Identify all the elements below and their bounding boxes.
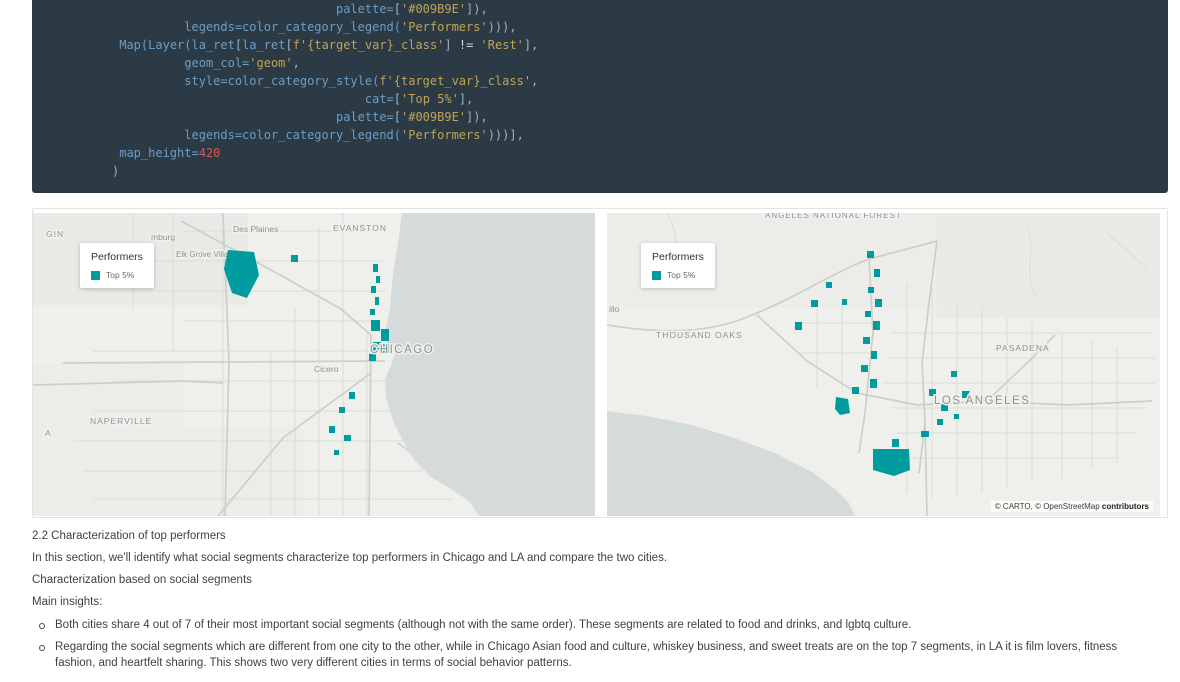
map-label: GIN <box>46 229 64 239</box>
top-performer-area <box>376 276 380 283</box>
top-performer-area <box>951 371 957 377</box>
legend-item-top5: Top 5% <box>652 270 704 280</box>
code-line: palette=['#009B9E']), <box>112 0 1168 18</box>
legend-item-top5: Top 5% <box>91 270 143 280</box>
code-block: palette=['#009B9E']), legends=color_cate… <box>32 0 1168 193</box>
legend-item-label: Top 5% <box>106 270 134 280</box>
maps-panel: Elk Grove Village GINmburgDes PlainesEVA… <box>32 208 1168 518</box>
top-performer-area <box>867 251 874 258</box>
top-performer-area <box>826 282 832 288</box>
top-performer-area <box>339 407 345 413</box>
code-line: map_height=420 <box>112 144 1168 162</box>
map-label: Cicero <box>314 364 339 374</box>
top-performer-area <box>871 351 877 359</box>
top-performer-area <box>861 365 868 372</box>
la-map[interactable]: ANGELES NATIONAL FOREST illo THOUSAND OAKS… <box>607 213 1160 516</box>
code-line: legends=color_category_legend('Performer… <box>112 18 1168 36</box>
top-performer-area <box>954 414 959 419</box>
top-performer-area <box>291 255 298 262</box>
top-performer-area <box>371 320 380 331</box>
top-performer-area <box>371 286 376 293</box>
map-label: mburg <box>151 232 175 242</box>
legend-swatch-top5 <box>91 271 100 280</box>
top-performer-area <box>865 311 871 317</box>
top-performer-area <box>842 299 847 305</box>
top-performer-area <box>795 322 802 330</box>
legend-performers: Performers Top 5% <box>641 243 715 288</box>
top-performer-area <box>873 321 880 330</box>
map-label: THOUSAND OAKS <box>656 330 743 340</box>
code-line: cat=['Top 5%'], <box>112 90 1168 108</box>
map-label: NAPERVILLE <box>90 416 152 426</box>
code-line: Map(Layer(la_ret[la_ret[f'{target_var}_c… <box>112 36 1168 54</box>
legend-item-label: Top 5% <box>667 270 695 280</box>
code-line: palette=['#009B9E']), <box>112 108 1168 126</box>
code-cell: palette=['#009B9E']), legends=color_cate… <box>32 0 1168 193</box>
code-line: geom_col='geom', <box>112 54 1168 72</box>
attribution-text: © CARTO, © OpenStreetMap <box>995 502 1102 511</box>
legend-swatch-top5 <box>652 271 661 280</box>
top-performer-area <box>892 439 899 447</box>
map-label: ANGELES NATIONAL FOREST <box>765 213 902 220</box>
top-performer-area <box>381 329 389 341</box>
notebook-text: 2.2 Characterization of top performers I… <box>32 528 1152 677</box>
code-line: ) <box>112 162 1168 180</box>
map-label: EVANSTON <box>333 223 387 233</box>
top-performer-area <box>375 297 379 305</box>
top-performer-area <box>373 264 378 272</box>
map-label: PASADENA <box>996 343 1050 353</box>
map-attribution[interactable]: © CARTO, © OpenStreetMap contributors <box>991 501 1153 512</box>
subheading: Characterization based on social segment… <box>32 572 1152 588</box>
insights-list: Both cities share 4 out of 7 of their mo… <box>32 617 1152 671</box>
top-performer-area <box>874 269 880 277</box>
top-performer-area <box>870 379 877 388</box>
legend-title: Performers <box>652 251 704 263</box>
top-performer-area <box>349 392 355 399</box>
top-performer-area <box>868 287 874 293</box>
legend-performers: Performers Top 5% <box>80 243 154 288</box>
top-performer-area <box>937 419 943 425</box>
legend-title: Performers <box>91 251 143 263</box>
map-label: illo <box>609 304 620 314</box>
map-label: Des Plaines <box>233 224 278 234</box>
map-label: LOS ANGELES <box>934 395 1030 407</box>
insight-item: Regarding the social segments which are … <box>32 639 1152 671</box>
code-line: style=color_category_style(f'{target_var… <box>112 72 1168 90</box>
top-performer-area <box>863 337 870 344</box>
map-label: A <box>45 428 52 438</box>
code-line: legends=color_category_legend('Performer… <box>112 126 1168 144</box>
top-performer-area <box>329 426 335 433</box>
chicago-map[interactable]: Elk Grove Village GINmburgDes PlainesEVA… <box>33 213 595 516</box>
intro-paragraph: In this section, we'll identify what soc… <box>32 550 1152 566</box>
insights-label: Main insights: <box>32 594 1152 610</box>
top-performer-area <box>921 431 929 437</box>
top-performer-area <box>344 435 351 441</box>
top-performer-area <box>370 309 375 315</box>
top-performer-area <box>875 299 882 307</box>
attribution-contributors: contributors <box>1102 502 1149 511</box>
map-label: CHICAGO <box>370 344 434 356</box>
top-performer-area <box>852 387 859 394</box>
section-heading: 2.2 Characterization of top performers <box>32 528 1152 544</box>
insight-item: Both cities share 4 out of 7 of their mo… <box>32 617 1152 633</box>
top-performer-area <box>334 450 339 455</box>
top-performer-area <box>811 300 818 307</box>
